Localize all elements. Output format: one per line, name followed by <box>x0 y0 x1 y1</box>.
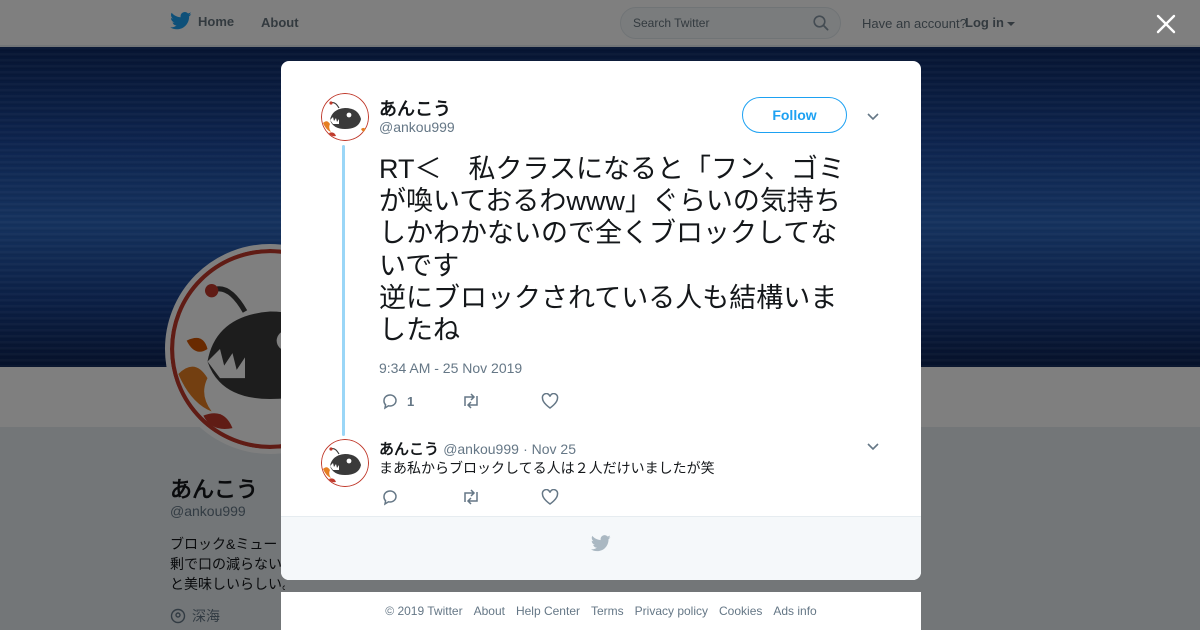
reply-author-handle[interactable]: @ankou999 <box>443 441 519 457</box>
retweet-icon <box>464 489 478 505</box>
footer-link-about[interactable]: About <box>474 604 505 618</box>
like-button[interactable] <box>541 393 621 409</box>
follow-button[interactable]: Follow <box>742 97 847 133</box>
reply-count: 1 <box>407 393 415 409</box>
retweet-icon <box>464 393 478 409</box>
tweet-text-line: が喚いておるわwww」ぐらいの気持ち <box>379 186 841 217</box>
reply-button[interactable]: 1 <box>381 392 461 410</box>
tweet-author-name[interactable]: あんこう <box>379 95 451 121</box>
page-footer: © 2019 Twitter About Help Center Terms P… <box>281 592 921 630</box>
author-avatar[interactable] <box>321 93 369 141</box>
modal-footer <box>281 516 921 580</box>
thread-connector-line <box>342 145 345 436</box>
twitter-bird-icon <box>591 535 611 552</box>
footer-link-terms[interactable]: Terms <box>591 604 624 618</box>
like-button[interactable] <box>541 489 621 505</box>
reply-header: あんこう @ankou999 · Nov 25 <box>379 438 576 459</box>
footer-link-privacy-policy[interactable]: Privacy policy <box>635 604 708 618</box>
chevron-down-icon[interactable] <box>866 439 880 453</box>
reply-author-avatar[interactable] <box>321 439 369 487</box>
reply-actions <box>381 488 621 506</box>
anglerfish-avatar-image <box>321 93 369 141</box>
footer-link-ads-info[interactable]: Ads info <box>773 604 816 618</box>
tweet-text-line: いです <box>379 250 460 281</box>
tweet-author-handle[interactable]: @ankou999 <box>379 119 455 135</box>
reply-date[interactable]: · Nov 25 <box>523 441 576 457</box>
tweet-text-line: しかわかないので全くブロックしてな <box>379 218 838 249</box>
footer-copyright: © 2019 Twitter <box>385 604 463 618</box>
reply-button[interactable] <box>381 488 461 506</box>
close-icon[interactable] <box>1154 12 1178 36</box>
reply-icon <box>383 394 397 410</box>
reply-author-name[interactable]: あんこう <box>379 441 439 458</box>
footer-link-help-center[interactable]: Help Center <box>516 604 580 618</box>
chevron-down-icon[interactable] <box>866 109 880 123</box>
anglerfish-avatar-image <box>321 439 369 487</box>
reply-icon <box>383 490 397 506</box>
footer-link-cookies[interactable]: Cookies <box>719 604 762 618</box>
reply-text: まあ私からブロックしてる人は２人だけいましたが笑 <box>379 460 715 476</box>
heart-icon <box>541 393 559 409</box>
heart-icon <box>541 489 559 505</box>
tweet-actions: 1 <box>381 392 621 410</box>
tweet-text: RT＜ 私クラスになると「フン、ゴミ が喚いておるわwww」ぐらいの気持ち しか… <box>379 153 879 346</box>
retweet-button[interactable] <box>461 393 541 409</box>
tweet-text-line: RT＜ 私クラスになると「フン、ゴミ <box>379 154 845 184</box>
retweet-button[interactable] <box>461 489 541 505</box>
tweet-timestamp[interactable]: 9:34 AM - 25 Nov 2019 <box>379 360 522 376</box>
tweet-modal: あんこう @ankou999 Follow RT＜ 私クラスになると「フン、ゴミ… <box>281 61 921 580</box>
tweet-text-line: したね <box>379 315 460 346</box>
tweet-text-line: 逆にブロックされている人も結構いま <box>379 282 838 313</box>
